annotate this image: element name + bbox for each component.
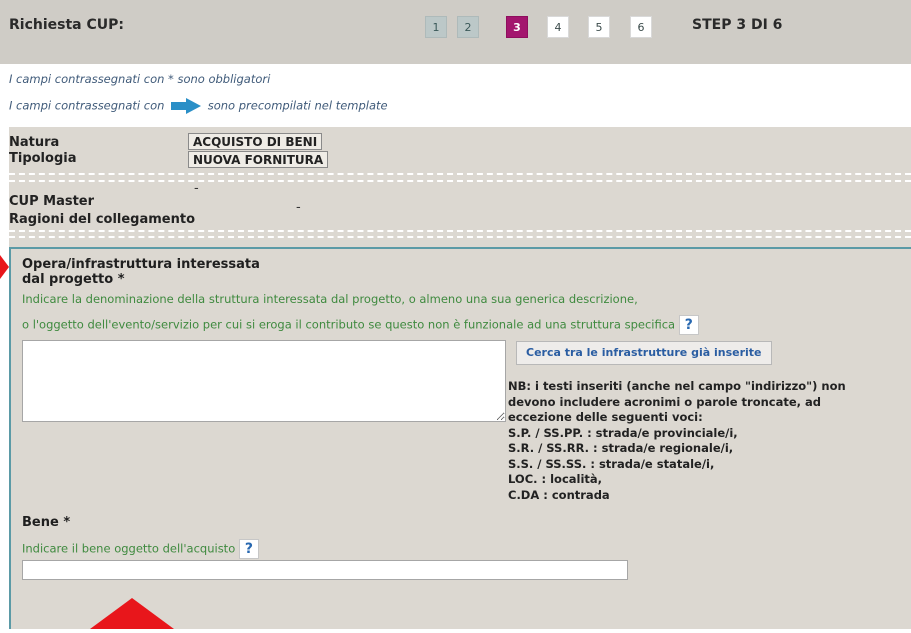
nb-line: devono includere acronimi o parole tronc… xyxy=(508,394,822,409)
opera-section: Opera/infrastruttura interessata dal pro… xyxy=(9,247,911,629)
prefilled-fields-note: I campi contrassegnati con sono precompi… xyxy=(9,98,388,114)
opera-label-line1: Opera/infrastruttura interessata xyxy=(22,257,260,272)
prefill-arrow-icon xyxy=(170,98,202,114)
step-6[interactable]: 6 xyxy=(630,16,652,38)
divider xyxy=(9,173,911,175)
nb-line: eccezione delle seguenti voci: xyxy=(508,410,703,424)
nb-line: NB: i testi inseriti (anche nel campo "i… xyxy=(508,379,846,393)
nb-line: LOC. : località, xyxy=(508,472,603,486)
cup-master-value: - xyxy=(194,181,199,196)
prefilled-note-before: I campi contrassegnati con xyxy=(9,98,165,113)
bene-hint: Indicare il bene oggetto dell'acquisto ? xyxy=(22,539,259,559)
bene-hint-text: Indicare il bene oggetto dell'acquisto xyxy=(22,541,236,556)
opera-hint-line1: Indicare la denominazione della struttur… xyxy=(22,292,638,306)
tipologia-value: NUOVA FORNITURA xyxy=(188,151,329,168)
opera-label: Opera/infrastruttura interessata dal pro… xyxy=(22,257,260,287)
step-4[interactable]: 4 xyxy=(547,16,569,38)
natura-value: ACQUISTO DI BENI xyxy=(188,133,323,150)
ragioni-label: Ragioni del collegamento xyxy=(9,212,196,227)
natura-label: Natura xyxy=(9,135,60,150)
ragioni-value: - xyxy=(296,200,301,215)
help-icon[interactable]: ? xyxy=(678,315,699,335)
bene-label: Bene * xyxy=(22,515,71,530)
step-1[interactable]: 1 xyxy=(425,16,447,38)
divider xyxy=(9,180,911,182)
cup-master-label: CUP Master xyxy=(9,194,95,209)
opera-label-line2: dal progetto * xyxy=(22,272,125,287)
step-3-active[interactable]: 3 xyxy=(506,16,528,38)
required-fields-note: I campi contrassegnati con * sono obblig… xyxy=(9,72,271,86)
prefilled-note-after: sono precompilati nel template xyxy=(207,98,388,113)
step-2[interactable]: 2 xyxy=(457,16,479,38)
divider xyxy=(9,230,911,232)
opera-hint-line2: o l'oggetto dell'evento/servizio per cui… xyxy=(22,315,699,335)
nb-note: NB: i testi inseriti (anche nel campo "i… xyxy=(508,379,911,503)
opera-hint-text: o l'oggetto dell'evento/servizio per cui… xyxy=(22,317,676,332)
nb-line: C.DA : contrada xyxy=(508,487,610,502)
tipologia-label: Tipologia xyxy=(9,151,77,166)
bene-input[interactable] xyxy=(22,560,628,580)
step-5[interactable]: 5 xyxy=(588,16,610,38)
page-title: Richiesta CUP: xyxy=(9,17,124,33)
annotation-arrow-up-icon xyxy=(90,598,174,633)
header-bar: Richiesta CUP: 1 2 3 4 5 6 STEP 3 DI 6 xyxy=(0,0,911,64)
search-infrastructure-button[interactable]: Cerca tra le infrastrutture già inserite xyxy=(516,341,772,365)
annotation-arrow-left-icon xyxy=(0,255,9,279)
opera-textarea[interactable] xyxy=(22,340,506,422)
nb-line: S.R. / SS.RR. : strada/e regionale/i, xyxy=(508,441,734,455)
divider xyxy=(9,236,911,238)
step-counter: STEP 3 DI 6 xyxy=(692,17,783,33)
nb-line: S.S. / SS.SS. : strada/e statale/i, xyxy=(508,456,715,471)
help-icon[interactable]: ? xyxy=(238,539,259,559)
nb-line: S.P. / SS.PP. : strada/e provinciale/i, xyxy=(508,425,738,440)
